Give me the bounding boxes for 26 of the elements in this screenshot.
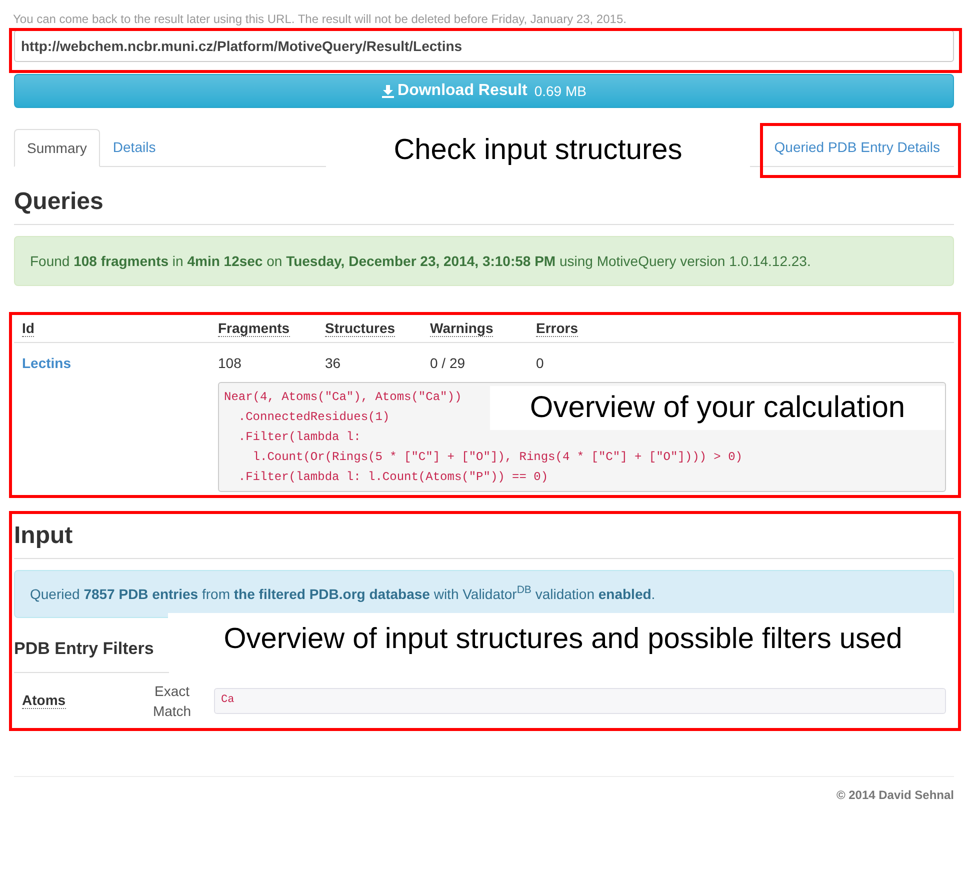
column-header: Errors bbox=[536, 320, 578, 337]
url-notice: You can come back to the result later using this URL. The result will not be deleted before Friday, January 23, 2015. bbox=[13, 12, 628, 26]
query-link[interactable]: Lectins bbox=[22, 355, 72, 371]
column-header: Id bbox=[22, 320, 34, 337]
column-header: Fragments bbox=[218, 320, 290, 337]
url-field[interactable]: http://webchem.ncbr.muni.cz/Platform/MotiveQuery/Result/Lectins bbox=[14, 30, 954, 62]
filter-mode: Exact Match bbox=[152, 682, 192, 720]
footer-text: © 2014 David Sehnal bbox=[835, 786, 954, 804]
tab-link[interactable]: Queried PDB Entry Details bbox=[762, 128, 952, 166]
table-cell: 0 bbox=[536, 355, 544, 371]
column-header: Structures bbox=[325, 320, 396, 337]
tab[interactable]: Details bbox=[100, 128, 169, 166]
annotation-label: Overview of your calculation bbox=[490, 386, 945, 430]
result-summary: Found 108 fragments in 4min 12sec on Tuesday, December 23, 2014, 3:10:58 PM using MotiveQuery version 1.0.14.12.23. bbox=[30, 252, 811, 271]
table-cell: 36 bbox=[325, 355, 341, 371]
table-cell: 108 bbox=[218, 355, 242, 371]
download-icon bbox=[382, 84, 394, 98]
table-cell: 0 / 29 bbox=[430, 355, 466, 371]
section-heading: Queries bbox=[14, 188, 954, 225]
filter-value: Ca bbox=[214, 688, 946, 714]
input-summary: Queried 7857 PDB entries from the filtered PDB.org database with Validator$^{DB}$ validation enabled. bbox=[30, 584, 656, 604]
section-heading: Input bbox=[14, 522, 954, 559]
column-header: Warnings bbox=[430, 320, 494, 337]
tab[interactable]: Summary bbox=[14, 129, 100, 167]
download-button[interactable]: Download Result 0.69 MB bbox=[14, 74, 954, 108]
filter-name: Atoms bbox=[22, 692, 66, 708]
